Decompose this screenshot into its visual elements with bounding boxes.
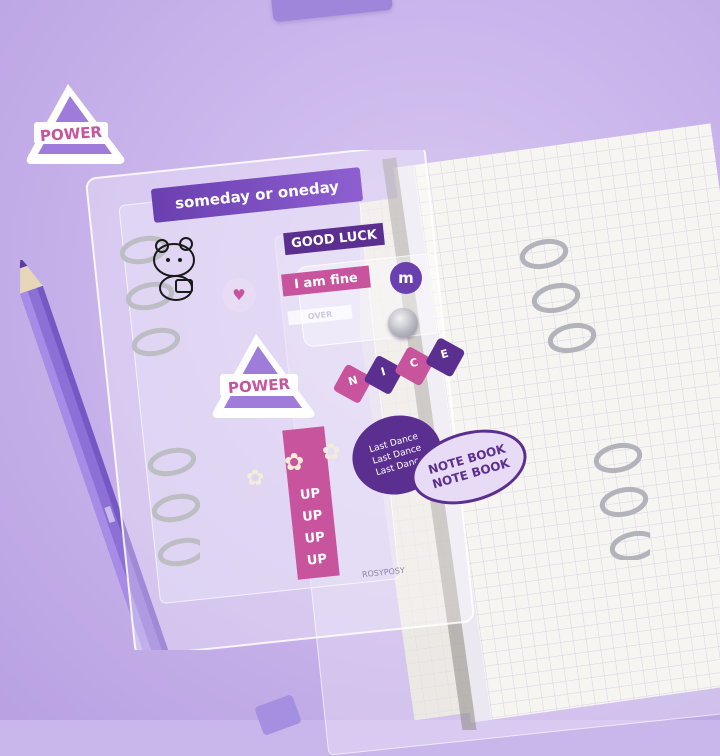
nice-letter-4: E bbox=[439, 346, 450, 362]
flower-icon-2: ✿ bbox=[322, 440, 341, 465]
up-text-2: UP bbox=[301, 507, 324, 525]
m-badge-text: m bbox=[398, 269, 414, 287]
up-text-3: UP bbox=[303, 529, 326, 547]
i-am-fine-text: I am fine bbox=[293, 270, 359, 292]
nice-heart-2: I bbox=[363, 354, 405, 396]
over-text: OVER bbox=[307, 309, 333, 321]
purple-card-corner bbox=[271, 0, 393, 23]
bear-doodle-sticker bbox=[153, 237, 195, 301]
flower-icon-3: ✿ bbox=[246, 466, 265, 491]
heart-icon: ♥ bbox=[232, 286, 246, 304]
flower-icon: ✿ bbox=[284, 448, 305, 476]
nice-letter-2: I bbox=[379, 365, 387, 379]
photo-scene: POWER someday or oneday GOOD LUCK I am f… bbox=[0, 0, 720, 756]
up-text-1: UP bbox=[299, 486, 321, 504]
nice-letter-1: N bbox=[346, 373, 360, 389]
m-badge-sticker: m bbox=[390, 262, 422, 294]
power-sticker-binder: POWER bbox=[212, 334, 315, 418]
notebook-rings bbox=[519, 238, 650, 560]
heart-badge-sticker: ♥ bbox=[222, 278, 256, 312]
snap-button bbox=[388, 308, 418, 338]
purple-card-corner-small bbox=[254, 694, 302, 736]
nice-heart-3: C bbox=[394, 345, 435, 387]
nice-heart-4: E bbox=[424, 336, 466, 378]
up-text-4: UP bbox=[306, 551, 328, 569]
nice-letter-3: C bbox=[408, 355, 420, 371]
